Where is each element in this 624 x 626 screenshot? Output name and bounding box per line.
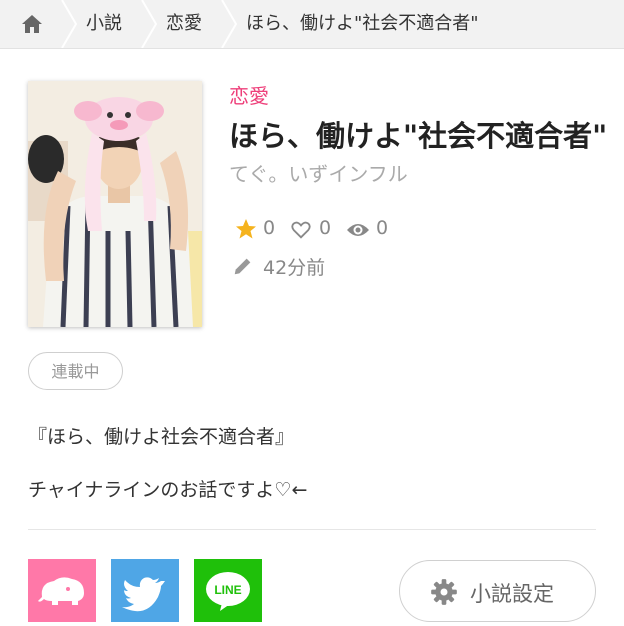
breadcrumb-item-novels[interactable]: 小説 — [86, 0, 122, 48]
share-twitter-button[interactable] — [111, 559, 179, 622]
home-icon[interactable] — [20, 12, 44, 36]
heart-icon — [291, 221, 311, 239]
description-line: 『ほら、働けよ社会不適合者』 — [28, 426, 295, 448]
novel-settings-button[interactable]: 小説設定 — [399, 560, 596, 622]
line-icon-label: LINE — [214, 583, 241, 597]
novel-title: ほら、働けよ"社会不適合者" — [229, 119, 608, 153]
star-count: 0 — [263, 217, 276, 239]
pencil-icon — [234, 258, 251, 275]
view-count: 0 — [376, 217, 389, 239]
share-line-button[interactable]: LINE — [194, 559, 262, 622]
updated-time: 42分前 — [263, 257, 326, 279]
settings-button-label: 小説設定 — [470, 582, 554, 606]
breadcrumb: 小説 恋愛 ほら、働けよ"社会不適合者" — [0, 0, 624, 49]
divider — [28, 529, 596, 530]
breadcrumb-item-current-title: ほら、働けよ"社会不適合者" — [246, 13, 479, 34]
description-line: チャイナラインのお話ですよ♡← — [28, 479, 308, 501]
star-icon — [236, 219, 256, 239]
author-name-link[interactable]: てぐ。いずインフル — [229, 158, 408, 187]
twitter-icon — [122, 577, 165, 612]
chevron-separator-icon — [141, 0, 158, 48]
chevron-separator-icon — [221, 0, 238, 48]
novel-genre-link[interactable]: 恋愛 — [229, 80, 269, 109]
line-icon: LINE — [206, 572, 250, 611]
status-badge: 連載中 — [28, 352, 123, 390]
share-elephant-button[interactable] — [28, 559, 96, 622]
like-count: 0 — [319, 217, 332, 239]
breadcrumb-item-genre[interactable]: 恋愛 — [166, 0, 202, 48]
gear-icon — [431, 579, 457, 605]
eye-icon — [347, 224, 369, 236]
chevron-separator-icon — [61, 0, 78, 48]
elephant-icon — [38, 577, 84, 605]
novel-cover-image[interactable] — [28, 81, 202, 327]
